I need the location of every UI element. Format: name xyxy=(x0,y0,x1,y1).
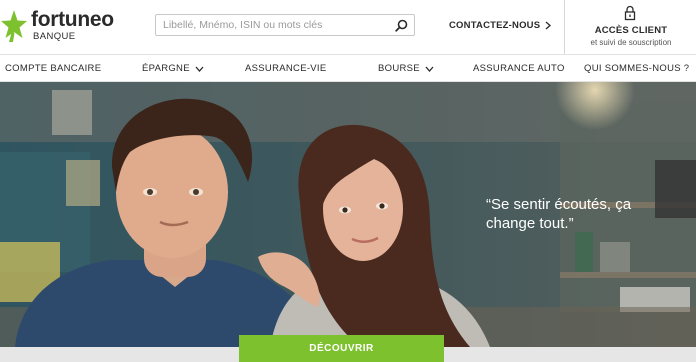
contact-label: CONTACTEZ-NOUS xyxy=(449,20,541,31)
search-input[interactable] xyxy=(156,15,388,35)
search-box xyxy=(155,14,415,36)
contact-link[interactable]: CONTACTEZ-NOUS xyxy=(449,20,552,31)
discover-button[interactable]: DÉCOUVRIR xyxy=(239,335,444,362)
nav-item-qui-sommes-nous[interactable]: QUI SOMMES-NOUS ? xyxy=(584,63,689,74)
client-access-button[interactable]: ACCÈS CLIENT et suivi de souscription xyxy=(564,0,696,54)
search-icon xyxy=(394,19,407,32)
lock-icon xyxy=(624,5,636,21)
fortuneo-logo[interactable]: fortuneo BANQUE xyxy=(0,7,120,47)
nav-item-assurance-auto[interactable]: ASSURANCE AUTO xyxy=(473,63,565,74)
nav-item-label: ASSURANCE AUTO xyxy=(473,63,565,74)
client-access-title: ACCÈS CLIENT xyxy=(594,25,668,36)
nav-item-label: ASSURANCE-VIE xyxy=(245,63,327,74)
brand-name: fortuneo xyxy=(31,8,114,31)
chevron-right-icon xyxy=(545,21,552,30)
search-button[interactable] xyxy=(391,16,411,34)
main-navigation: COMPTE BANCAIRE ÉPARGNE ASSURANCE-VIE BO… xyxy=(0,54,696,82)
nav-item-bourse[interactable]: BOURSE xyxy=(378,63,434,74)
star-logo-icon xyxy=(1,10,27,42)
site-header: fortuneo BANQUE CONTACTEZ-NOUS ACCÈS CLI… xyxy=(0,0,696,54)
nav-item-label: BOURSE xyxy=(378,63,420,74)
nav-item-label: COMPTE BANCAIRE xyxy=(5,63,102,74)
nav-item-compte-bancaire[interactable]: COMPTE BANCAIRE xyxy=(5,63,101,74)
hero-banner: “Se sentir écoutés, ça change tout.” xyxy=(0,82,696,347)
nav-item-epargne[interactable]: ÉPARGNE xyxy=(142,63,204,74)
nav-item-label: ÉPARGNE xyxy=(142,63,190,74)
chevron-down-icon xyxy=(425,66,434,72)
brand-subtitle: BANQUE xyxy=(33,31,76,42)
chevron-down-icon xyxy=(195,66,204,72)
nav-item-assurance-vie[interactable]: ASSURANCE-VIE xyxy=(245,63,327,74)
hero-quote: “Se sentir écoutés, ça change tout.” xyxy=(486,196,632,232)
client-access-subtitle: et suivi de souscription xyxy=(590,38,672,47)
nav-item-label: QUI SOMMES-NOUS ? xyxy=(584,63,690,74)
